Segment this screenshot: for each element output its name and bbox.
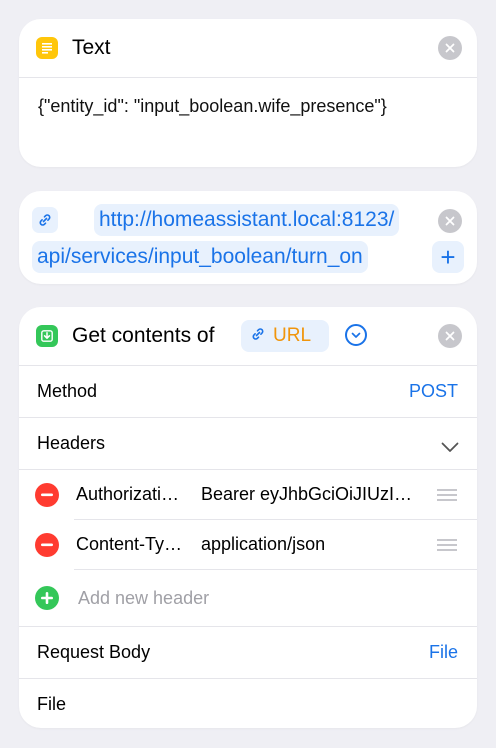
url-field-line-2[interactable]: api/services/input_boolean/turn_on [32,241,368,273]
header-value[interactable]: application/json [201,534,325,555]
add-variable-button[interactable]: + [432,241,464,273]
headers-row[interactable]: Headers [19,418,477,469]
get-contents-title: Get contents of [72,324,215,347]
text-document-icon [36,37,58,59]
add-header-placeholder: Add new header [78,587,210,608]
expand-chevron-icon[interactable] [345,324,367,346]
text-action-card: Text {"entity_id": "input_boolean.wife_p… [19,19,477,167]
remove-action-icon[interactable] [438,324,462,348]
header-row: Authorizati… Bearer eyJhbGciOiJIUzI… [19,470,477,519]
file-row[interactable]: File [19,679,477,728]
chevron-down-icon[interactable] [441,437,459,458]
get-contents-action-card: Get contents of URL Method POST Headers [19,307,477,728]
method-row[interactable]: Method POST [19,366,477,417]
reorder-handle-icon[interactable] [437,486,457,504]
method-value[interactable]: POST [409,381,458,402]
method-label: Method [37,381,98,401]
request-body-value[interactable]: File [429,642,458,663]
url-action-card: http://homeassistant.local:8123/ api/ser… [19,191,477,284]
url-variable-token[interactable]: URL [241,320,329,352]
header-key[interactable]: Authorizati… [76,484,179,505]
url-field-line-1[interactable]: http://homeassistant.local:8123/ [94,204,400,236]
remove-action-icon[interactable] [438,209,462,233]
file-label: File [37,694,67,714]
request-body-label: Request Body [37,642,151,662]
reorder-handle-icon[interactable] [437,536,457,554]
headers-label: Headers [37,433,106,453]
get-contents-header: Get contents of URL [19,307,477,365]
remove-header-icon[interactable] [35,482,59,507]
download-icon [36,325,58,347]
add-header-icon[interactable] [35,586,59,610]
text-content-field[interactable]: {"entity_id": "input_boolean.wife_presen… [19,78,477,134]
request-body-row[interactable]: Request Body File [19,627,477,678]
text-action-title: Text [72,36,111,59]
add-header-row[interactable]: Add new header [19,570,477,626]
remove-header-icon[interactable] [35,532,59,557]
header-row: Content-Ty… application/json [19,520,477,569]
link-icon [251,325,265,347]
link-icon [32,207,58,233]
remove-action-icon[interactable] [438,36,462,60]
url-token-label: URL [273,325,312,346]
text-action-header: Text [19,19,477,77]
header-key[interactable]: Content-Ty… [76,534,182,555]
header-value[interactable]: Bearer eyJhbGciOiJIUzI… [201,484,412,505]
